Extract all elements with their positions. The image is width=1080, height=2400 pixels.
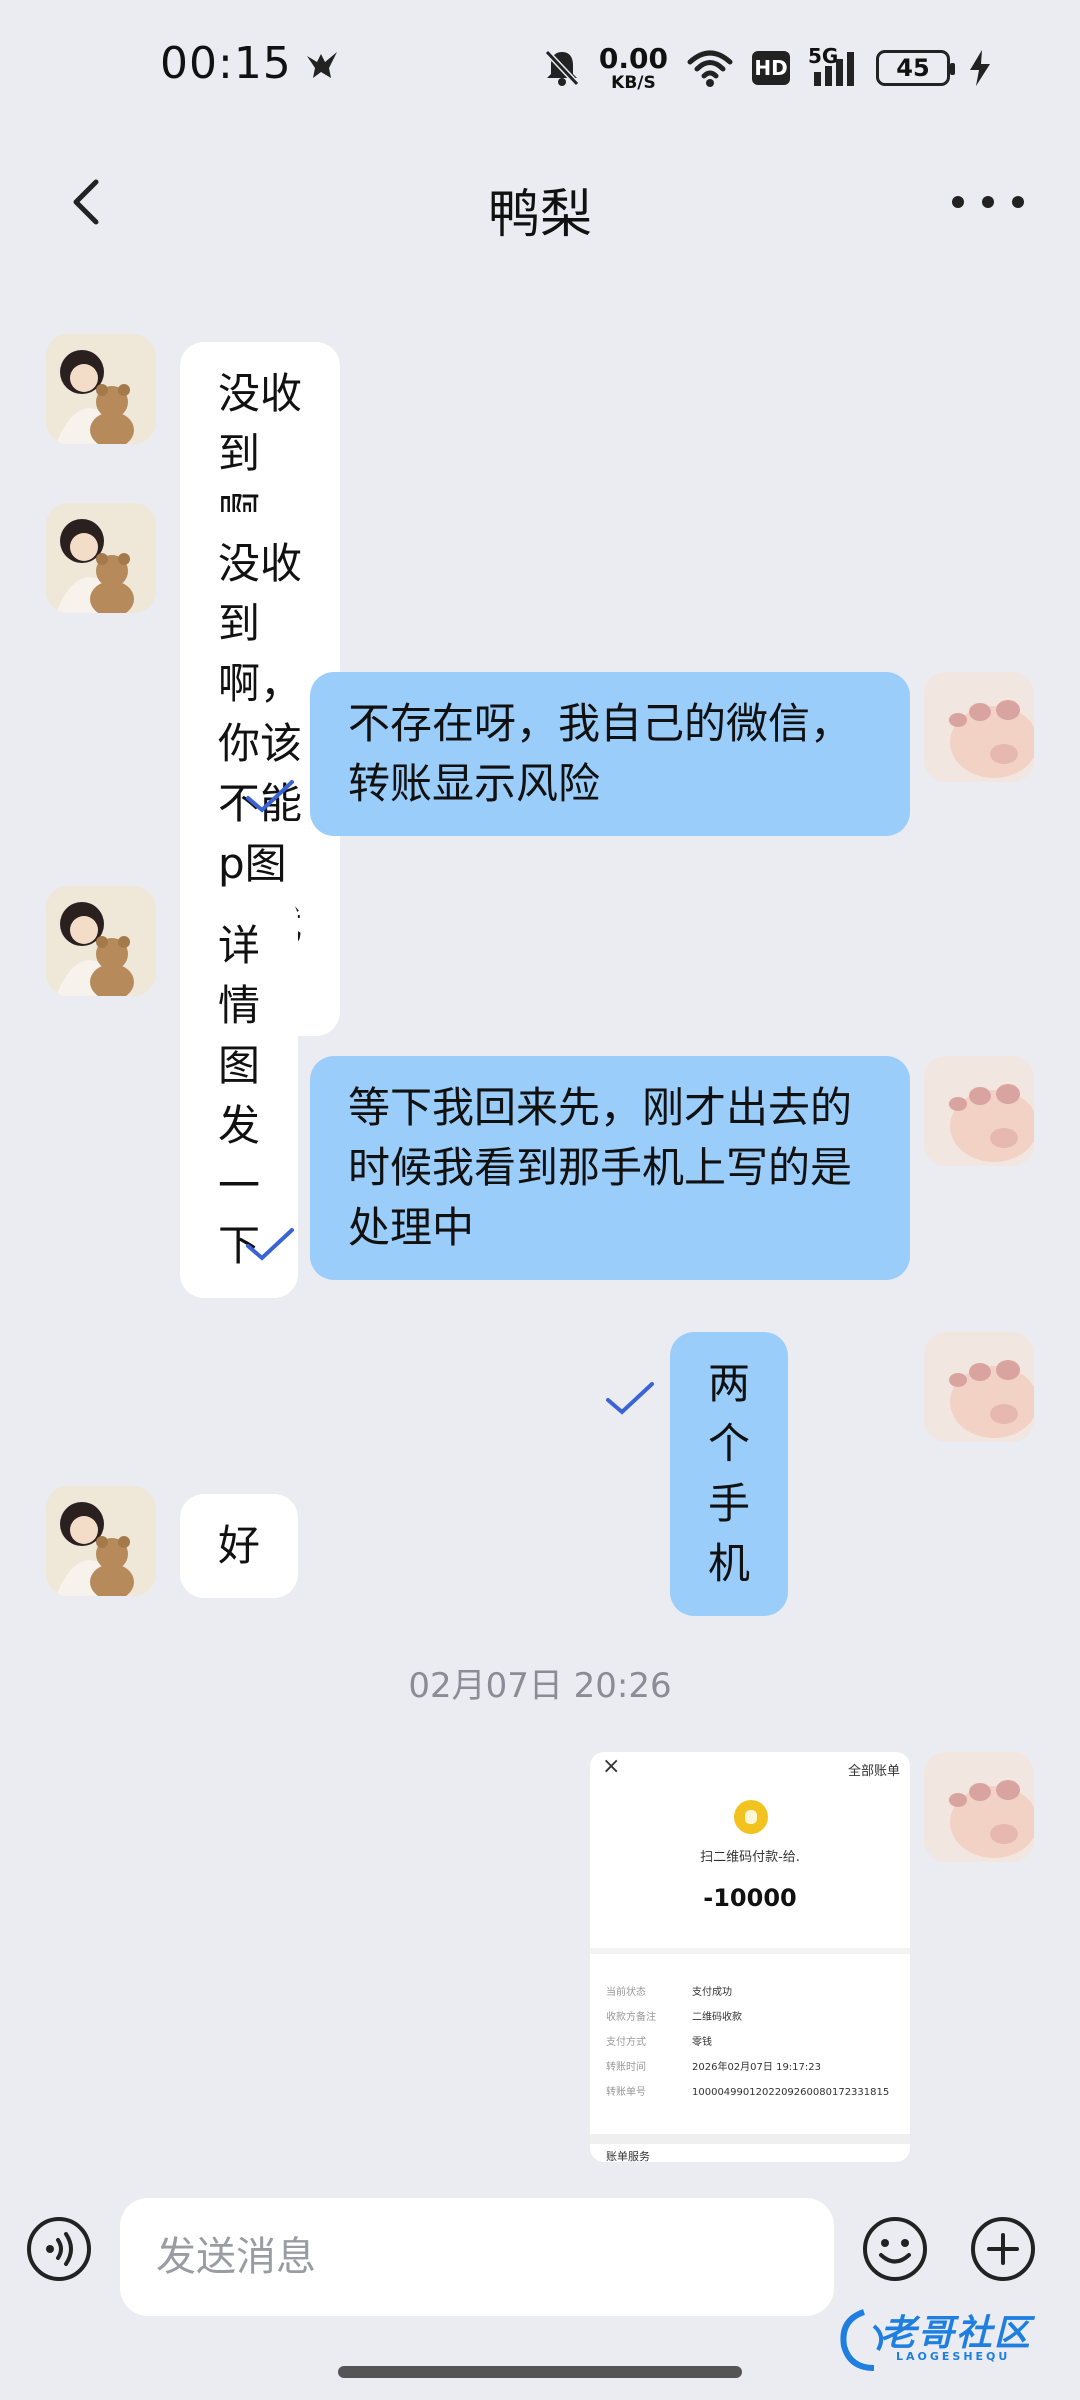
cellular-signal-icon: 5G <box>808 44 858 88</box>
detail-row: 支付方式 零钱 <box>606 2037 712 2048</box>
more-options-icon[interactable] <box>952 180 1024 224</box>
emoji-icon[interactable] <box>862 2216 928 2282</box>
screenshot-details: 当前状态 支付成功 收款方备注 二维码收款 支付方式 零钱 转账时间 2026年02月0… <box>606 1980 889 2105</box>
message-line: 处理中 <box>348 1203 475 1252</box>
home-indicator[interactable] <box>338 2366 742 2378</box>
message-timestamp: 02月07日 20:26 <box>408 1666 672 1706</box>
message-bubble[interactable]: 等下我回来先，刚才出去的 时候我看到那手机上写的是 处理中 <box>310 1056 910 1280</box>
contact-avatar[interactable] <box>46 886 156 996</box>
network-speed-unit: KB/S <box>611 72 656 93</box>
message-line: 转账显示风险 <box>348 759 601 808</box>
user-avatar[interactable] <box>924 1752 1034 1862</box>
hd-badge: HD <box>752 51 790 85</box>
screenshot-footer: 账单服务 <box>606 2150 650 2162</box>
screenshot-payee: 扫二维码付款-给. <box>700 1850 800 1865</box>
contact-avatar[interactable] <box>46 503 156 613</box>
status-icons: 0.00 KB/S HD 5G 45 <box>543 40 992 96</box>
detail-row: 转账单号 1000049901202209260080172331815 <box>606 2087 890 2098</box>
contact-avatar[interactable] <box>46 1486 156 1596</box>
payment-coin-icon <box>734 1800 768 1834</box>
user-avatar[interactable] <box>924 672 1034 782</box>
charging-icon <box>970 50 990 86</box>
message-line: 不存在呀，我自己的微信， <box>348 699 853 748</box>
message-bubble[interactable]: 两个手机 <box>670 1332 789 1616</box>
network-speed-value: 0.00 <box>598 41 668 75</box>
detail-row: 当前状态 支付成功 <box>606 1987 732 1998</box>
read-check-icon <box>246 780 294 813</box>
contact-avatar[interactable] <box>46 334 156 444</box>
screenshot-all-bills: 全部账单 <box>847 1764 900 1779</box>
network-speed: 0.00 KB/S <box>598 41 668 93</box>
detail-row: 收款方备注 二维码收款 <box>606 2012 742 2023</box>
app-notification-icon <box>307 52 337 78</box>
voice-input-icon[interactable] <box>26 2216 92 2282</box>
read-check-icon <box>606 1382 654 1415</box>
chat-header: 鸭梨 <box>0 150 1080 260</box>
message-line: 时候我看到那手机上写的是 <box>348 1143 853 1192</box>
wifi-icon <box>687 50 733 87</box>
screenshot-close-icon: × <box>602 1754 621 1779</box>
screenshot-divider <box>590 2134 910 2144</box>
watermark-subtext: LAOGESHEQU <box>896 2350 1011 2363</box>
status-bar: 00:15 0.00 KB/S HD 5G 45 <box>0 0 1080 130</box>
screenshot-amount: -10000 <box>703 1884 797 1912</box>
screenshot-divider <box>590 1948 910 1954</box>
read-check-icon <box>246 1228 294 1261</box>
watermark-text: 老哥社区 <box>880 2313 1033 2354</box>
status-time: 00:15 <box>160 38 292 89</box>
watermark: 老哥社区 LAOGESHEQU <box>834 2300 1064 2384</box>
message-bubble[interactable]: 不存在呀，我自己的微信， 转账显示风险 <box>310 672 910 836</box>
battery-icon: 45 <box>876 50 955 86</box>
chat-screen: 00:15 0.00 KB/S HD 5G 45 鸭梨 没收到 没收到啊，你该不… <box>0 0 1080 2400</box>
mute-bell-icon <box>544 49 580 87</box>
plus-icon[interactable] <box>970 2216 1036 2282</box>
image-message[interactable]: × 全部账单 扫二维码付款-给. -10000 当前状态 支付成功 收款方备注 二维… <box>590 1752 910 2162</box>
message-input[interactable] <box>120 2198 834 2316</box>
message-line: 等下我回来先，刚才出去的 <box>348 1083 853 1132</box>
contact-name: 鸭梨 <box>487 185 592 245</box>
user-avatar[interactable] <box>924 1056 1034 1166</box>
detail-row: 转账时间 2026年02月07日 19:17:23 <box>606 2062 821 2073</box>
message-bubble[interactable]: 好 <box>180 1494 299 1598</box>
user-avatar[interactable] <box>924 1332 1034 1442</box>
